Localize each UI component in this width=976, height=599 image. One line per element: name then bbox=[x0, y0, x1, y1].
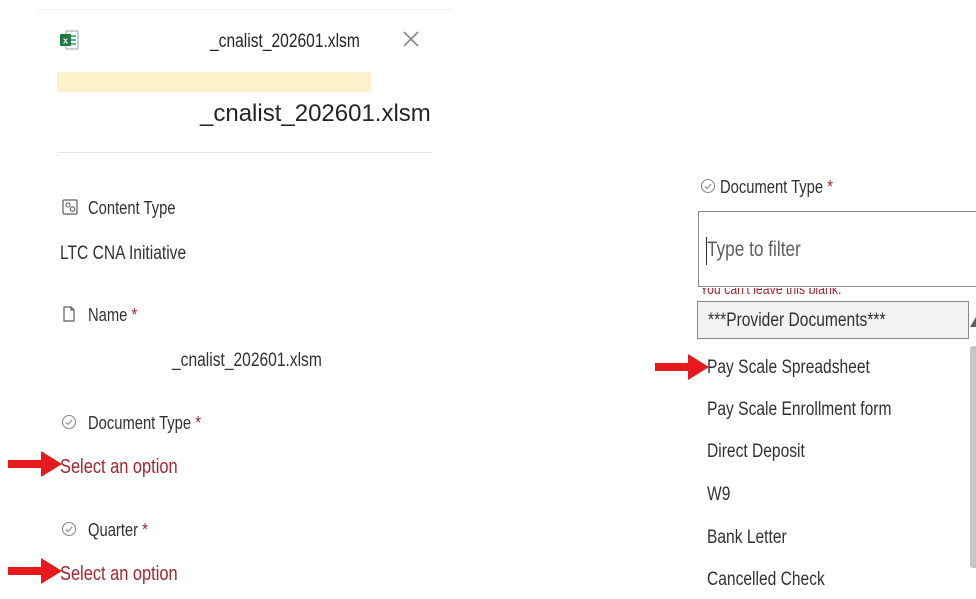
file-title: _cnalist_202601.xlsm bbox=[200, 100, 431, 127]
close-icon bbox=[403, 31, 419, 47]
option-provider-documents[interactable]: ***Provider Documents*** bbox=[697, 301, 969, 339]
quarter-select[interactable]: Select an option bbox=[60, 563, 178, 586]
red-arrow-icon bbox=[655, 354, 709, 380]
document-type-label: Document Type * bbox=[88, 413, 201, 433]
option-direct-deposit[interactable]: Direct Deposit bbox=[697, 433, 969, 471]
option-bank-letter[interactable]: Bank Letter bbox=[697, 519, 969, 557]
scrollbar-thumb[interactable] bbox=[970, 346, 976, 568]
options-list: ***Provider Documents*** Pay Scale Sprea… bbox=[697, 300, 976, 595]
red-arrow-icon bbox=[8, 558, 62, 584]
svg-text:x: x bbox=[63, 36, 68, 46]
text-caret bbox=[706, 237, 707, 265]
circle-check-icon bbox=[700, 178, 716, 194]
name-value[interactable]: _cnalist_202601.xlsm bbox=[172, 350, 322, 372]
option-pay-scale-spreadsheet[interactable]: Pay Scale Spreadsheet bbox=[697, 349, 969, 387]
option-pay-scale-enrollment-form[interactable]: Pay Scale Enrollment form bbox=[697, 391, 969, 429]
scroll-up-arrow-icon[interactable] bbox=[970, 317, 976, 327]
content-type-value: LTC CNA Initiative bbox=[60, 243, 187, 264]
highlight-bar bbox=[57, 72, 371, 92]
error-message: You can't leave this blank. bbox=[700, 288, 842, 298]
header-divider bbox=[58, 152, 432, 153]
option-cancelled-check[interactable]: Cancelled Check bbox=[697, 561, 969, 599]
close-button[interactable] bbox=[399, 27, 423, 51]
excel-file-icon: x bbox=[60, 30, 79, 50]
filter-placeholder: Type to filter bbox=[707, 238, 801, 261]
top-divider bbox=[38, 9, 452, 10]
red-arrow-icon bbox=[8, 451, 62, 477]
content-type-label: Content Type bbox=[88, 198, 176, 218]
document-type-select[interactable]: Select an option bbox=[60, 456, 178, 479]
document-icon bbox=[63, 306, 75, 322]
circle-check-icon bbox=[61, 414, 77, 430]
content-type-icon bbox=[62, 199, 78, 215]
circle-check-icon bbox=[61, 521, 77, 537]
quarter-label: Quarter * bbox=[88, 520, 148, 540]
option-w9[interactable]: W9 bbox=[697, 476, 969, 514]
name-label: Name * bbox=[88, 305, 138, 325]
panel-header-title: _cnalist_202601.xlsm bbox=[210, 31, 360, 52]
dropdown-document-type-label: Document Type * bbox=[720, 177, 833, 197]
